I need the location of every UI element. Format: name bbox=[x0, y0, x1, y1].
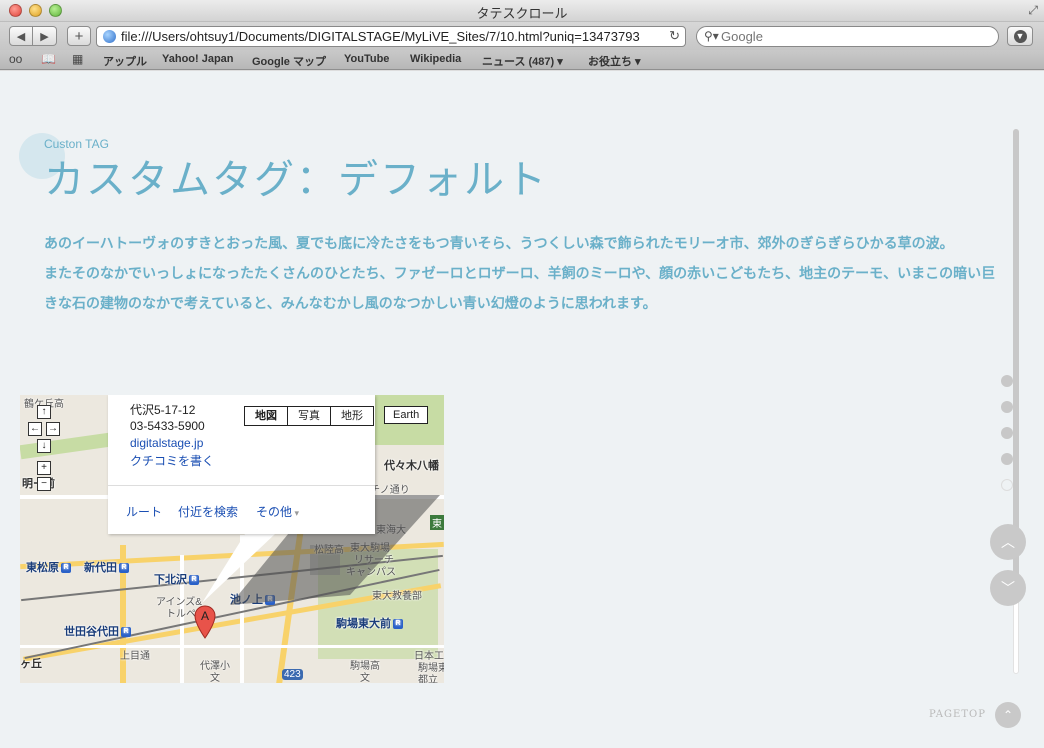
info-phone: 03-5433-5900 bbox=[130, 419, 205, 433]
map-label: 上目通 bbox=[120, 651, 150, 662]
bookmark-apple[interactable]: アップル bbox=[103, 53, 147, 69]
downloads-button[interactable]: ▼ bbox=[1007, 26, 1033, 46]
url-text[interactable]: file:///Users/ohtsuy1/Documents/DIGITALS… bbox=[121, 29, 661, 44]
search-icon: ⚲▾ bbox=[704, 29, 719, 43]
map-station-label: 下北沢 R bbox=[154, 571, 199, 587]
map-label: 代々木八幡 bbox=[384, 460, 439, 472]
map-type-earth[interactable]: Earth bbox=[384, 406, 429, 424]
pan-left-button[interactable]: ← bbox=[28, 422, 42, 436]
dropdown-caret-icon: ▾ bbox=[292, 508, 300, 518]
section-nav-dot[interactable] bbox=[1001, 427, 1013, 439]
map-marker-pin[interactable]: A bbox=[194, 605, 216, 639]
top-sites-grid-icon[interactable]: ▦ bbox=[72, 52, 83, 66]
section-nav-dot-current[interactable] bbox=[1001, 479, 1013, 491]
info-address: 代沢5-17-12 bbox=[130, 403, 196, 417]
map-type-terrain[interactable]: 地形 bbox=[330, 406, 374, 426]
marker-label: A bbox=[201, 609, 209, 623]
title-bar: タテスクロール ⤢ bbox=[0, 0, 1044, 22]
route-link[interactable]: ルート bbox=[126, 503, 162, 520]
map-label: 東大教養部 bbox=[372, 591, 422, 602]
zoom-in-button[interactable]: + bbox=[37, 461, 51, 475]
map-label: 東 bbox=[430, 515, 444, 530]
info-divider bbox=[108, 485, 375, 486]
browser-toolbar: ◀ ▶ + file:///Users/ohtsuy1/Documents/DI… bbox=[0, 22, 1044, 50]
search-input[interactable] bbox=[721, 29, 991, 44]
bookmark-wikipedia[interactable]: Wikipedia bbox=[410, 53, 461, 65]
add-bookmark-button[interactable]: + bbox=[67, 26, 91, 46]
download-icon: ▼ bbox=[1013, 29, 1027, 43]
chevron-up-icon: ︿ bbox=[1001, 534, 1015, 550]
address-bar[interactable]: file:///Users/ohtsuy1/Documents/DIGITALS… bbox=[96, 26, 686, 47]
globe-icon bbox=[103, 30, 116, 43]
search-bar[interactable]: ⚲▾ bbox=[696, 26, 999, 47]
page-viewport: Custon TAG カスタムタグ：デフォルト あのイーハトーヴォのすきとおった… bbox=[0, 71, 1044, 748]
map-type-map[interactable]: 地図 bbox=[244, 406, 288, 426]
map-type-satellite[interactable]: 写真 bbox=[287, 406, 331, 426]
bookmarks-book-icon[interactable]: 📖 bbox=[41, 52, 56, 66]
body-paragraph: あのイーハトーヴォのすきとおった風、夏でも底に冷たさをもつ青いそら、うつくしい森… bbox=[44, 236, 954, 252]
bookmark-youtube[interactable]: YouTube bbox=[344, 53, 389, 65]
map-label: チノ通り bbox=[370, 485, 410, 496]
station-icon: R bbox=[189, 575, 199, 586]
station-icon: R bbox=[265, 595, 275, 606]
bookmark-useful-folder[interactable]: お役立ち ▾ bbox=[588, 53, 641, 69]
map-type-control: 地図 写真 地形 bbox=[244, 406, 374, 426]
station-icon: R bbox=[393, 619, 403, 630]
bookmark-google-map[interactable]: Google マップ bbox=[252, 53, 326, 69]
fullscreen-icon[interactable]: ⤢ bbox=[1028, 3, 1038, 18]
map-station-label: 世田谷代田 R bbox=[64, 623, 131, 639]
route-shield: 423 bbox=[282, 669, 303, 680]
pan-right-button[interactable]: → bbox=[46, 422, 60, 436]
station-icon: R bbox=[61, 563, 71, 574]
section-nav-dot[interactable] bbox=[1001, 453, 1013, 465]
google-map-embed[interactable]: 鶴ケ丘高 明ー前 東松原R 新代田R 下北沢R 池ノ上R 世田谷代田R ヶ丘 駒… bbox=[20, 395, 444, 683]
zoom-out-button[interactable]: − bbox=[37, 477, 51, 491]
map-label: トルペ bbox=[166, 609, 196, 620]
reload-icon[interactable]: ↻ bbox=[669, 28, 680, 44]
nearby-search-link[interactable]: 付近を検索 bbox=[178, 503, 238, 520]
window-title: タテスクロール bbox=[476, 6, 568, 21]
map-label: キャンパス bbox=[346, 567, 396, 578]
map-label: 文 bbox=[210, 673, 220, 683]
map-label: 松陸高 bbox=[314, 545, 344, 556]
map-label: ヶ丘 bbox=[20, 658, 42, 670]
map-station-label: 東松原 R bbox=[26, 559, 71, 575]
map-park bbox=[20, 432, 111, 460]
body-paragraph: またそのなかでいっしょになったたくさんのひとたち、ファゼーロとロザーロ、羊飼のミ… bbox=[44, 266, 996, 312]
more-options-link[interactable]: その他 ▾ bbox=[256, 503, 299, 520]
pan-down-button[interactable]: ↓ bbox=[37, 439, 51, 453]
pagetop-label[interactable]: PAGETOP bbox=[929, 709, 986, 720]
bookmarks-bar: oo 📖 ▦ アップル Yahoo! Japan Google マップ YouT… bbox=[0, 50, 1044, 70]
map-station-label: 新代田 R bbox=[84, 559, 129, 575]
reading-list-icon[interactable]: oo bbox=[9, 52, 22, 66]
bookmark-yahoo-japan[interactable]: Yahoo! Japan bbox=[162, 53, 234, 65]
chevron-down-icon: ﹀ bbox=[1001, 580, 1015, 596]
info-review-link[interactable]: クチコミを書く bbox=[130, 452, 214, 469]
info-website-link[interactable]: digitalstage.jp bbox=[130, 436, 203, 450]
pan-up-button[interactable]: ↑ bbox=[37, 405, 51, 419]
forward-button[interactable]: ▶ bbox=[33, 26, 57, 46]
scroll-down-button[interactable]: ﹀ bbox=[990, 570, 1026, 606]
forward-arrow-icon: ▶ bbox=[40, 30, 49, 43]
map-label: 東海大 bbox=[376, 525, 406, 536]
back-button[interactable]: ◀ bbox=[9, 26, 33, 46]
section-nav-dot[interactable] bbox=[1001, 401, 1013, 413]
back-arrow-icon: ◀ bbox=[16, 30, 26, 43]
map-label: 文 bbox=[360, 673, 370, 683]
scroll-up-button[interactable]: ︿ bbox=[990, 524, 1026, 560]
station-icon: R bbox=[119, 563, 129, 574]
pagetop-button[interactable]: ⌃ bbox=[995, 702, 1021, 728]
section-nav-dot[interactable] bbox=[1001, 375, 1013, 387]
station-icon: R bbox=[121, 627, 131, 638]
map-station-label: 駒場東大前 R bbox=[336, 615, 403, 631]
map-road bbox=[240, 535, 244, 683]
bookmark-news-folder[interactable]: ニュース (487) ▾ bbox=[482, 53, 563, 69]
map-station-label: 池ノ上 R bbox=[230, 591, 275, 607]
page-title: カスタムタグ：デフォルト bbox=[44, 157, 548, 203]
map-label: 都立 bbox=[418, 675, 438, 683]
body-text: あのイーハトーヴォのすきとおった風、夏でも底に冷たさをもつ青いそら、うつくしい森… bbox=[44, 229, 1006, 319]
arrow-up-icon: ⌃ bbox=[1002, 708, 1014, 722]
